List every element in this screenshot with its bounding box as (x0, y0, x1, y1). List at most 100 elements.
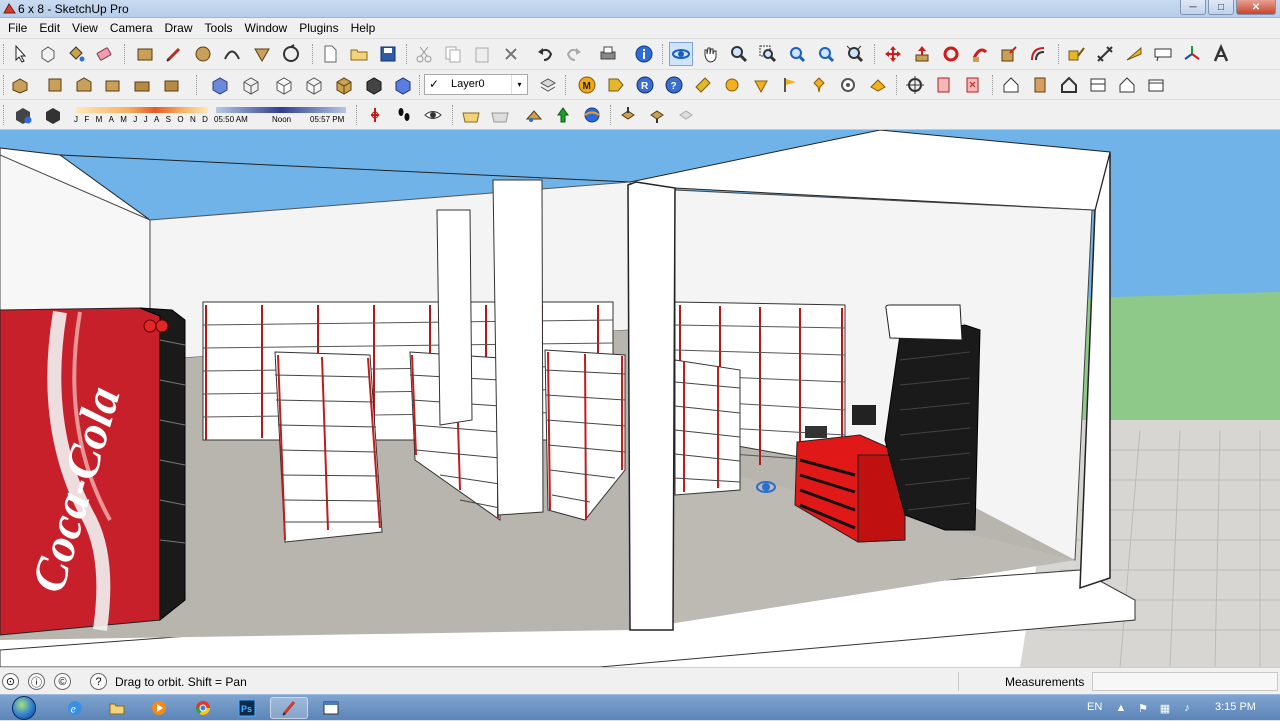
position-camera-button[interactable] (903, 73, 927, 97)
menu-file[interactable]: File (2, 21, 33, 35)
wireframe-style-button[interactable] (239, 73, 263, 97)
taskbar-photoshop[interactable]: Ps (228, 697, 266, 719)
footprint-button[interactable] (392, 103, 416, 127)
menu-view[interactable]: View (66, 21, 104, 35)
next-view-button[interactable] (814, 42, 838, 66)
copy-button[interactable] (441, 42, 465, 66)
tape-measure-button[interactable] (1064, 42, 1088, 66)
window-button[interactable] (1086, 73, 1110, 97)
new-file-button[interactable] (318, 42, 342, 66)
toolbar-grip[interactable] (896, 75, 899, 95)
menu-edit[interactable]: Edit (33, 21, 66, 35)
time-slider[interactable]: 05:50 AM Noon 05:57 PM (214, 105, 348, 127)
toolbar-grip[interactable] (312, 44, 315, 64)
month-slider[interactable]: J F M A M J J A S O N D (74, 105, 208, 127)
menu-plugins[interactable]: Plugins (293, 21, 344, 35)
plugin-cone-button[interactable] (749, 73, 773, 97)
toolbar-grip[interactable] (3, 75, 6, 95)
shadow-settings-button[interactable] (11, 103, 35, 127)
model-info-button[interactable] (632, 42, 656, 66)
eraser-button[interactable] (92, 42, 116, 66)
shadow-date-time-widget[interactable]: J F M A M J J A S O N D 05:50 AM Noon 05… (74, 105, 348, 127)
plugin-tag-button[interactable] (604, 73, 628, 97)
toolbar-grip[interactable] (874, 44, 877, 64)
credits-icon[interactable]: ⓘ (28, 673, 45, 690)
door-button[interactable] (1028, 73, 1052, 97)
undo-button[interactable] (533, 42, 557, 66)
save-button[interactable] (376, 42, 400, 66)
rectangle-tool-button[interactable] (133, 42, 157, 66)
section-plane-button[interactable] (363, 103, 387, 127)
taskbar-ie[interactable]: e (56, 697, 94, 719)
plugin-ruler-button[interactable] (691, 73, 715, 97)
pan-tool-button[interactable] (698, 42, 722, 66)
house-front-button[interactable] (999, 73, 1023, 97)
hidden-line-style-button[interactable] (272, 73, 296, 97)
components-button[interactable] (616, 103, 640, 127)
back-view-button[interactable] (130, 73, 154, 97)
menu-window[interactable]: Window (239, 21, 294, 35)
walk-button[interactable] (932, 73, 956, 97)
toolbar-grip[interactable] (3, 44, 6, 64)
plugin-help-button[interactable]: ? (662, 73, 686, 97)
volume-icon[interactable]: ♪ (1180, 701, 1194, 715)
language-indicator[interactable]: EN (1087, 701, 1102, 713)
georeference-icon[interactable]: ⊙ (2, 673, 19, 690)
zoom-window-button[interactable] (756, 42, 780, 66)
freehand-tool-button[interactable] (279, 42, 303, 66)
warehouse-button[interactable] (645, 103, 669, 127)
display-shadows-button[interactable] (41, 103, 65, 127)
add-location-button[interactable] (551, 103, 575, 127)
close-button[interactable]: ✕ (1236, 0, 1276, 15)
chevron-down-icon[interactable]: ▾ (511, 75, 527, 94)
line-tool-button[interactable] (162, 42, 186, 66)
print-button[interactable] (596, 42, 620, 66)
get-models-button[interactable] (459, 103, 483, 127)
make-component-button[interactable] (36, 42, 60, 66)
move-tool-button[interactable] (881, 42, 905, 66)
system-clock[interactable]: 3:15 PM (1215, 701, 1256, 713)
shaded-textures-button[interactable] (332, 73, 356, 97)
look-around-button[interactable] (961, 73, 985, 97)
help-icon[interactable]: ? (90, 673, 107, 690)
toolbar-grip[interactable] (565, 75, 568, 95)
panel-button[interactable] (1144, 73, 1168, 97)
flag-tray-icon[interactable]: ⚑ (1136, 701, 1150, 715)
delete-button[interactable] (499, 42, 523, 66)
xray-style-button[interactable] (208, 73, 232, 97)
model-viewport[interactable]: Coca-Cola (0, 130, 1280, 667)
dimension-tool-button[interactable] (1093, 42, 1117, 66)
house-outline-button[interactable] (1057, 73, 1081, 97)
protractor-button[interactable] (1122, 42, 1146, 66)
axes-tool-button[interactable] (1180, 42, 1204, 66)
zoom-extents-button[interactable] (843, 42, 867, 66)
orbit-tool-button[interactable] (669, 42, 693, 66)
tray-chevron-icon[interactable]: ▲ (1114, 701, 1128, 715)
plugin-sphere-button[interactable] (720, 73, 744, 97)
open-file-button[interactable] (347, 42, 371, 66)
zoom-tool-button[interactable] (727, 42, 751, 66)
maximize-button[interactable]: □ (1208, 0, 1234, 15)
3d-text-button[interactable] (1209, 42, 1233, 66)
rotate-tool-button[interactable] (939, 42, 963, 66)
toolbar-grip[interactable] (196, 75, 199, 95)
toolbar-grip[interactable] (1058, 44, 1061, 64)
taskbar-window[interactable] (312, 697, 350, 719)
offset-tool-button[interactable] (1026, 42, 1050, 66)
select-tool-button[interactable] (8, 42, 32, 66)
shaded-style-button[interactable] (302, 73, 326, 97)
text-tool-button[interactable] (1151, 42, 1175, 66)
taskbar-chrome[interactable] (184, 697, 222, 719)
toolbar-grip[interactable] (356, 105, 359, 125)
top-view-button[interactable] (43, 73, 67, 97)
arc-tool-button[interactable] (220, 42, 244, 66)
left-view-button[interactable] (159, 73, 183, 97)
upload-button[interactable] (674, 103, 698, 127)
network-icon[interactable]: ▦ (1158, 701, 1172, 715)
toolbar-grip[interactable] (124, 44, 127, 64)
start-button[interactable] (6, 695, 42, 721)
photo-match-button[interactable] (522, 103, 546, 127)
toolbar-grip[interactable] (992, 75, 995, 95)
menu-help[interactable]: Help (345, 21, 382, 35)
toolbar-grip[interactable] (610, 105, 613, 125)
